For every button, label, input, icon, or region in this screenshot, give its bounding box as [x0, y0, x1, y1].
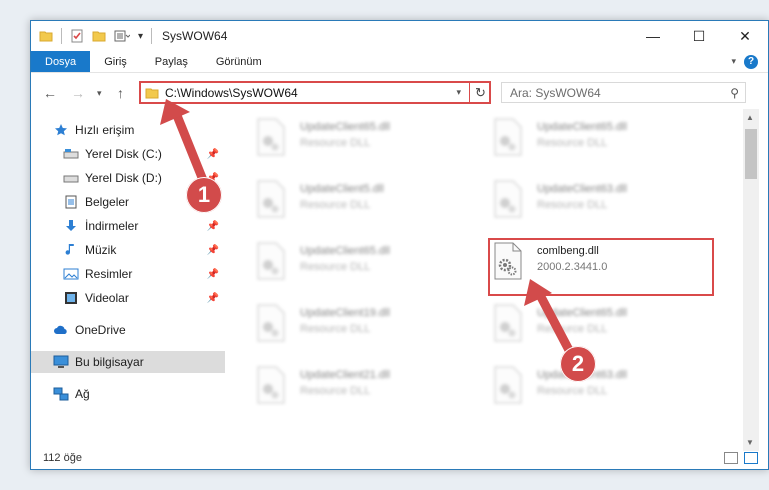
step-2-badge: 2: [560, 346, 596, 382]
annotation-arrows: [160, 99, 575, 357]
step-1-badge: 1: [186, 177, 222, 213]
